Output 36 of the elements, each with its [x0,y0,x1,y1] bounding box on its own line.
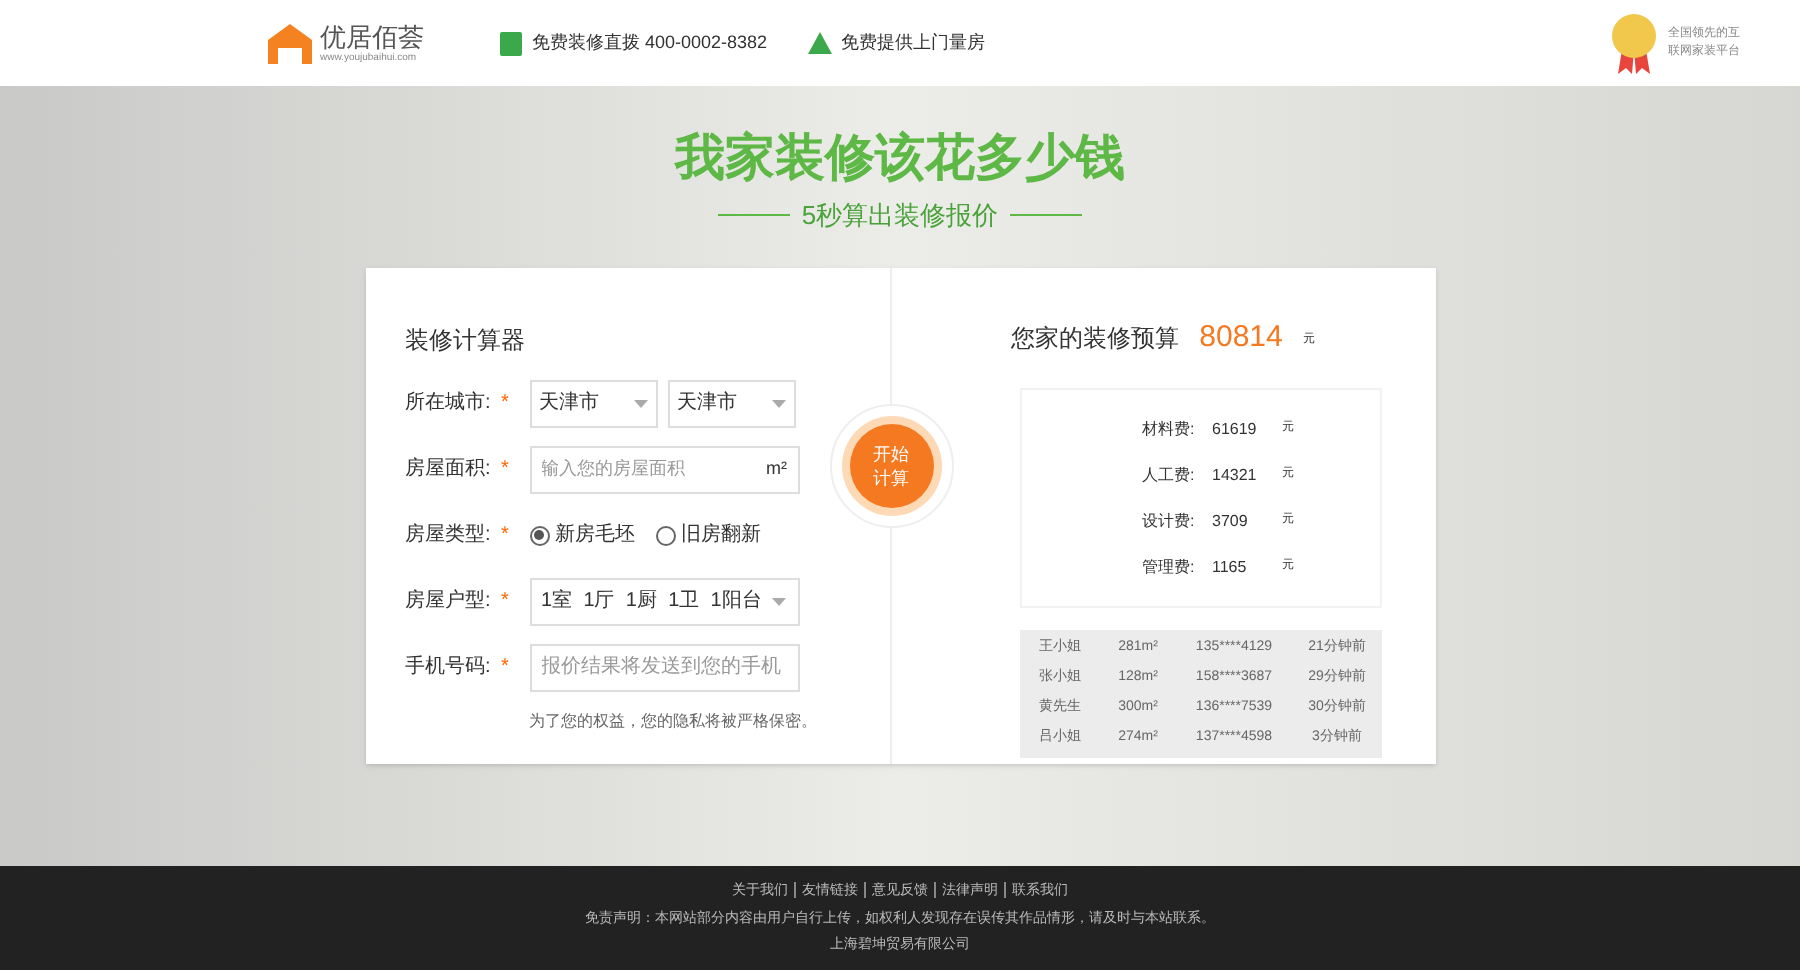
cost-label: 管理费: [1142,555,1197,579]
area-field[interactable]: 输入您的房屋面积 m² [529,445,799,493]
required-mark: * [501,390,511,418]
cost-value: 14321 [1212,463,1259,487]
area-input[interactable]: 输入您的房屋面积 [541,455,761,483]
cost-value: 1165 [1212,555,1249,579]
field-label: 房屋户型: [405,587,493,616]
city-select[interactable]: 天津市 [667,379,795,427]
field-label: 房屋面积: [405,455,493,484]
field-label: 房屋类型: [405,521,493,550]
cost-label: 材料费: [1142,417,1197,441]
required-mark: * [501,522,511,550]
room-select[interactable]: 1室 1厅 1厨 1卫 1阳台 [529,577,799,625]
city-select[interactable]: 天津市 [529,379,657,427]
hotline-text: 免费装修直拨 400-0002-8382 [532,29,768,56]
hero-subtitle: 5秒算出装修报价 [801,198,999,234]
logo-name: 优居佰荟 [320,23,424,49]
required-mark: * [501,654,511,682]
cost-label: 人工费: [1142,463,1197,487]
budget-total: 80814 [1199,317,1283,357]
cost-value: 61619 [1212,417,1259,441]
budget-label: 您家的装修预算 [1011,321,1180,356]
required-mark: * [501,456,511,484]
field-label: 所在城市: [405,389,493,418]
required-mark: * [501,588,511,616]
cost-value: 3709 [1212,509,1250,533]
radio-option[interactable]: 新房毛坯 [529,520,635,550]
field-label: 手机号码: [405,653,493,682]
hero-title: 我家装修该花多少钱 [675,134,1125,184]
calculator-title: 装修计算器 [405,323,527,357]
measure-text: 免费提供上门量房 [841,29,986,56]
privacy-note: 为了您的权益，您的隐私将被严格保密。 [529,709,819,733]
radio-option[interactable]: 旧房翻新 [655,520,761,550]
unit-label: m² [766,455,787,482]
input-field[interactable]: 报价结果将发送到您的手机 [529,643,799,691]
cost-label: 设计费: [1142,509,1197,533]
